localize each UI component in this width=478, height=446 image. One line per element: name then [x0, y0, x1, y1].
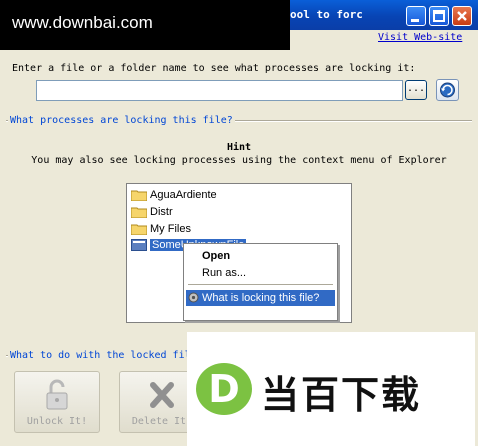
processes-group-label: What processes are locking this file? — [8, 115, 235, 126]
brand-logo-icon: D — [196, 363, 252, 415]
folder-icon — [131, 190, 147, 201]
maximize-button[interactable] — [429, 6, 449, 26]
file-icon — [131, 239, 147, 251]
menu-divider — [188, 284, 333, 285]
folder-icon — [131, 207, 147, 218]
path-input[interactable] — [36, 80, 403, 101]
visit-website-link[interactable]: Visit Web-site — [378, 32, 462, 43]
browse-button[interactable]: ... — [405, 80, 427, 100]
context-menu-item: Open — [202, 250, 231, 262]
close-button[interactable] — [452, 6, 472, 26]
refresh-icon — [440, 82, 455, 98]
unlock-button[interactable]: Unlock It! — [14, 371, 100, 433]
minimize-button[interactable] — [406, 6, 426, 26]
hint-title: Hint — [226, 142, 252, 153]
list-item: My Files — [131, 221, 191, 237]
watermark-banner: D 当百下载 — [187, 332, 475, 446]
watermark-logo: www.downbai.com — [0, 0, 290, 50]
window-title: ool to forc — [290, 8, 363, 21]
lock-icon — [46, 379, 68, 410]
unlock-label: Unlock It! — [26, 416, 88, 427]
folder-icon — [131, 224, 147, 235]
file-prompt-label: Enter a file or a folder name to see wha… — [12, 63, 416, 74]
close-icon — [457, 11, 467, 21]
minimize-icon — [411, 19, 419, 22]
maximize-icon — [433, 10, 445, 22]
context-menu: Open Run as... What is locking this file… — [183, 243, 338, 321]
actions-group-label: What to do with the locked fil — [8, 350, 193, 361]
list-item: Distr — [131, 204, 173, 220]
gear-icon — [188, 292, 199, 303]
refresh-button[interactable] — [436, 79, 459, 101]
delete-icon — [150, 382, 174, 408]
list-item: AguaArdiente — [131, 187, 217, 203]
hint-text: You may also see locking processes using… — [31, 155, 447, 166]
context-menu-item: Run as... — [202, 267, 247, 279]
context-menu-item: What is locking this file? — [186, 290, 335, 306]
svg-text:D: D — [208, 367, 240, 411]
watermark-text: 当百下载 — [261, 373, 422, 417]
